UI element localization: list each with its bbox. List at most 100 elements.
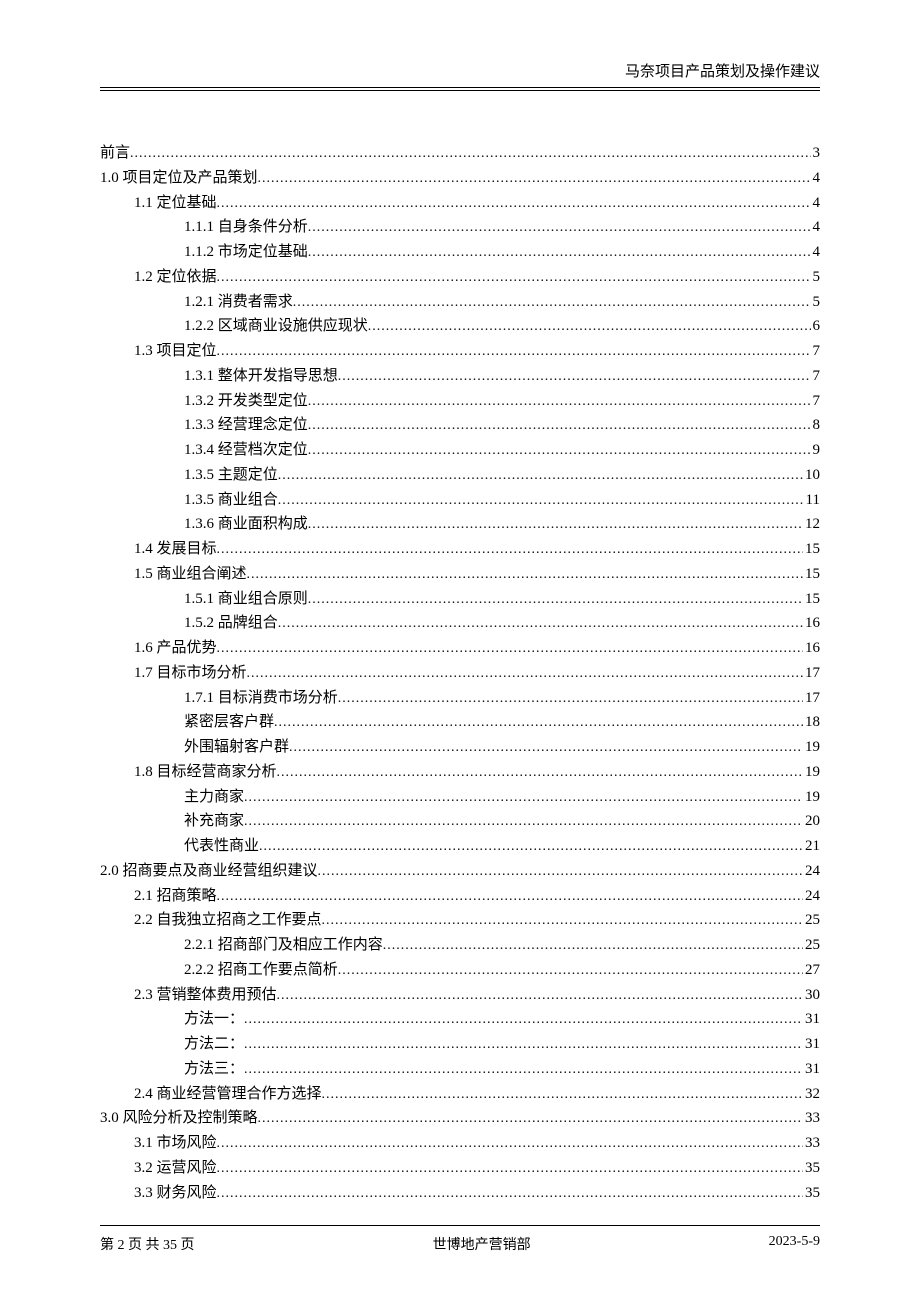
toc-leader-dots: [217, 266, 811, 289]
toc-label: 1.2.1 消费者需求: [184, 290, 293, 315]
toc-page-number: 17: [803, 686, 820, 711]
toc-label: 方法一：: [184, 1007, 244, 1032]
toc-leader-dots: [258, 1107, 803, 1130]
toc-entry: 1.3.5 主题定位10: [100, 463, 820, 488]
toc-leader-dots: [308, 414, 811, 437]
toc-label: 代表性商业: [184, 834, 259, 859]
table-of-contents: 前言31.0 项目定位及产品策划41.1 定位基础41.1.1 自身条件分析41…: [100, 141, 820, 1205]
toc-page-number: 35: [803, 1181, 820, 1206]
toc-label: 外围辐射客户群: [184, 735, 289, 760]
toc-entry: 外围辐射客户群 19: [100, 735, 820, 760]
toc-label: 1.3.5 商业组合: [184, 488, 278, 513]
toc-label: 2.2.1 招商部门及相应工作内容: [184, 933, 383, 958]
toc-label: 2.3 营销整体费用预估: [134, 983, 277, 1008]
toc-label: 3.2 运营风险: [134, 1156, 217, 1181]
toc-label: 1.5.1 商业组合原则: [184, 587, 308, 612]
toc-entry: 1.5.1 商业组合原则 15: [100, 587, 820, 612]
toc-page-number: 32: [803, 1082, 820, 1107]
header-title: 马奈项目产品策划及操作建议: [625, 64, 820, 80]
toc-label: 紧密层客户群: [184, 710, 274, 735]
toc-leader-dots: [217, 885, 803, 908]
toc-label: 1.1 定位基础: [134, 191, 217, 216]
toc-entry: 1.7 目标市场分析 17: [100, 661, 820, 686]
toc-entry: 1.4 发展目标15: [100, 537, 820, 562]
toc-label: 3.1 市场风险: [134, 1131, 217, 1156]
toc-label: 1.3.3 经营理念定位: [184, 413, 308, 438]
toc-page-number: 20: [803, 809, 820, 834]
toc-entry: 1.1.1 自身条件分析4: [100, 215, 820, 240]
toc-label: 2.2.2 招商工作要点简析: [184, 958, 338, 983]
toc-page-number: 5: [811, 290, 821, 315]
toc-leader-dots: [274, 711, 803, 734]
toc-leader-dots: [278, 612, 803, 635]
toc-leader-dots: [130, 142, 810, 165]
toc-leader-dots: [308, 439, 811, 462]
toc-page-number: 27: [803, 958, 820, 983]
toc-leader-dots: [383, 934, 803, 957]
toc-page-number: 9: [811, 438, 821, 463]
toc-label: 1.8 目标经营商家分析: [134, 760, 277, 785]
toc-label: 1.0 项目定位及产品策划: [100, 166, 258, 191]
toc-leader-dots: [277, 761, 803, 784]
toc-entry: 补充商家 20: [100, 809, 820, 834]
footer-org: 世博地产营销部: [433, 1234, 531, 1254]
toc-entry: 1.8 目标经营商家分析19: [100, 760, 820, 785]
toc-page-number: 19: [803, 735, 820, 760]
toc-leader-dots: [217, 1157, 803, 1180]
toc-leader-dots: [308, 216, 811, 239]
toc-label: 1.5 商业组合阐述: [134, 562, 247, 587]
document-page: 马奈项目产品策划及操作建议 前言31.0 项目定位及产品策划41.1 定位基础4…: [0, 0, 920, 1302]
toc-entry: 2.3 营销整体费用预估 30: [100, 983, 820, 1008]
toc-label: 方法二：: [184, 1032, 244, 1057]
toc-label: 1.1.2 市场定位基础: [184, 240, 308, 265]
toc-leader-dots: [244, 1008, 803, 1031]
toc-leader-dots: [217, 637, 803, 660]
toc-label: 1.3.2 开发类型定位: [184, 389, 308, 414]
toc-label: 3.3 财务风险: [134, 1181, 217, 1206]
toc-leader-dots: [244, 786, 803, 809]
toc-page-number: 11: [804, 488, 820, 513]
toc-label: 1.5.2 品牌组合: [184, 611, 278, 636]
toc-entry: 3.3 财务风险 35: [100, 1181, 820, 1206]
toc-page-number: 30: [803, 983, 820, 1008]
toc-leader-dots: [308, 513, 803, 536]
toc-label: 1.3.4 经营档次定位: [184, 438, 308, 463]
toc-leader-dots: [368, 315, 811, 338]
toc-page-number: 18: [803, 710, 820, 735]
toc-entry: 2.2.1 招商部门及相应工作内容 25: [100, 933, 820, 958]
toc-entry: 主力商家19: [100, 785, 820, 810]
toc-page-number: 15: [803, 587, 820, 612]
toc-leader-dots: [244, 1033, 803, 1056]
toc-entry: 2.2 自我独立招商之工作要点25: [100, 908, 820, 933]
toc-label: 1.7 目标市场分析: [134, 661, 247, 686]
toc-page-number: 33: [803, 1131, 820, 1156]
toc-entry: 3.1 市场风险 33: [100, 1131, 820, 1156]
toc-label: 补充商家: [184, 809, 244, 834]
toc-label: 1.2 定位依据: [134, 265, 217, 290]
toc-leader-dots: [308, 390, 811, 413]
toc-page-number: 35: [803, 1156, 820, 1181]
toc-page-number: 6: [811, 314, 821, 339]
toc-page-number: 25: [803, 933, 820, 958]
toc-leader-dots: [244, 1058, 803, 1081]
footer-date: 2023-5-9: [769, 1234, 820, 1254]
toc-page-number: 17: [803, 661, 820, 686]
toc-entry: 方法一：31: [100, 1007, 820, 1032]
toc-label: 1.1.1 自身条件分析: [184, 215, 308, 240]
toc-entry: 1.2.2 区域商业设施供应现状6: [100, 314, 820, 339]
toc-label: 1.4 发展目标: [134, 537, 217, 562]
toc-entry: 2.1 招商策略24: [100, 884, 820, 909]
toc-leader-dots: [259, 835, 803, 858]
toc-entry: 1.6 产品优势16: [100, 636, 820, 661]
toc-entry: 1.1 定位基础4: [100, 191, 820, 216]
toc-leader-dots: [217, 340, 811, 363]
toc-page-number: 31: [803, 1032, 820, 1057]
toc-label: 3.0 风险分析及控制策略: [100, 1106, 258, 1131]
toc-entry: 1.5 商业组合阐述15: [100, 562, 820, 587]
toc-label: 1.3 项目定位: [134, 339, 217, 364]
toc-leader-dots: [217, 192, 811, 215]
page-footer: 第 2 页 共 35 页 世博地产营销部 2023-5-9: [100, 1225, 820, 1254]
toc-leader-dots: [244, 810, 803, 833]
toc-entry: 方法三：31: [100, 1057, 820, 1082]
toc-entry: 1.3.2 开发类型定位7: [100, 389, 820, 414]
